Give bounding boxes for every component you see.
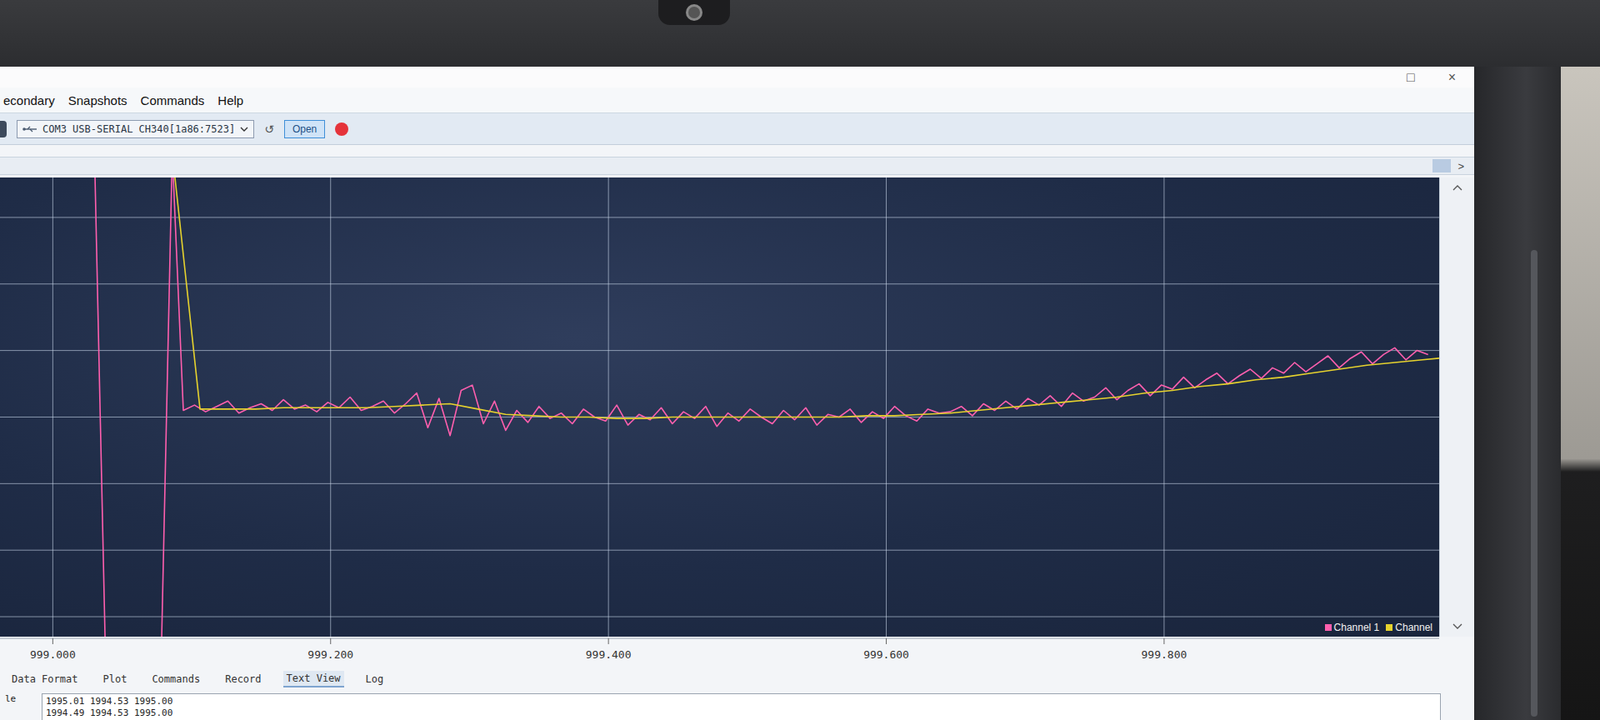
chevron-down-icon: [240, 125, 249, 133]
usb-icon: [22, 125, 38, 134]
strip-handle[interactable]: [1432, 159, 1451, 173]
x-tick-label: 999.600: [863, 648, 910, 661]
plot-area: Channel 1 Channel: [0, 177, 1440, 637]
laptop-screen-photo: □×econdarySnapshotsCommandsHelpCOM3 USB-…: [0, 0, 1600, 720]
open-button[interactable]: Open: [284, 120, 325, 139]
bottom-tab[interactable]: Commands: [148, 671, 204, 687]
x-tick-label: 999.000: [30, 648, 76, 661]
text-view-line: 1995.01 1994.53 1995.00: [45, 695, 1437, 708]
vertical-scrollbar[interactable]: [1439, 177, 1475, 637]
menu-item[interactable]: econdary: [3, 93, 55, 108]
chevron-down-icon[interactable]: [1452, 623, 1463, 630]
strip-arrow[interactable]: >: [1457, 160, 1465, 173]
x-tick-label: 999.400: [585, 648, 632, 661]
chevron-up-icon[interactable]: [1452, 184, 1463, 191]
text-view-box[interactable]: 1995.01 1994.53 1995.001994.49 1994.53 1…: [41, 693, 1441, 720]
record-dot-icon[interactable]: [335, 122, 349, 136]
x-axis-labels: 999.000 999.200 999.400 999.600 999.800: [0, 636, 1440, 669]
legend-item: Channel: [1385, 621, 1433, 634]
text-view-label: le: [5, 693, 30, 720]
grid-line: [0, 216, 1440, 218]
bottom-tab[interactable]: Data Format: [8, 671, 81, 687]
x-axis: 999.000 999.200 999.400 999.600 999.800: [0, 636, 1475, 669]
grid-line: [608, 177, 610, 637]
menu-item[interactable]: Help: [217, 93, 244, 108]
top-bezel: [0, 0, 1600, 67]
settings-icon[interactable]: [0, 120, 7, 138]
title-bar: □×: [0, 66, 1475, 88]
plot-canvas[interactable]: [0, 177, 1440, 637]
grid-line: [0, 550, 1440, 551]
grid-line: [52, 177, 54, 637]
toolbar: COM3 USB-SERIAL CH340[1a86:7523] ↺ Open: [0, 112, 1475, 145]
x-tick-label: 999.200: [307, 648, 354, 661]
refresh-button[interactable]: ↺: [264, 122, 275, 136]
port-select[interactable]: COM3 USB-SERIAL CH340[1a86:7523]: [16, 120, 255, 139]
grid-line: [0, 350, 1440, 351]
text-view-line: 1994.49 1994.53 1995.00: [45, 707, 1437, 720]
grid-line: [0, 283, 1440, 285]
right-bezel: [1474, 66, 1561, 720]
bottom-tab[interactable]: Plot: [99, 671, 130, 687]
text-view: le 1995.01 1994.53 1995.001994.49 1994.53…: [0, 690, 1475, 720]
bottom-tab[interactable]: Log: [362, 671, 388, 687]
grid-line: [0, 616, 1440, 618]
bottom-tabs: Data Format Plot Commands Record Text View Lo…: [0, 668, 1475, 690]
menu-item[interactable]: Snapshots: [68, 93, 128, 108]
desk-background: [1560, 66, 1600, 720]
legend: Channel 1 Channel: [1325, 621, 1433, 634]
x-tick-label: 999.800: [1141, 648, 1188, 661]
window-control[interactable]: ×: [1448, 70, 1456, 85]
grid-line: [885, 177, 887, 637]
grid-line: [0, 483, 1440, 485]
panel-strip: >: [0, 145, 1475, 178]
grid-line: [1163, 177, 1165, 637]
menu-item[interactable]: Commands: [140, 93, 205, 108]
app-window: □×econdarySnapshotsCommandsHelpCOM3 USB-…: [0, 66, 1475, 720]
bottom-tab[interactable]: Text View: [283, 670, 345, 688]
bottom-tab[interactable]: Record: [221, 671, 265, 687]
series-line: [172, 177, 1440, 419]
webcam-icon: [658, 0, 730, 25]
legend-item: Channel 1: [1325, 621, 1380, 634]
menu-bar: econdary Snapshots Commands Help: [0, 87, 1475, 113]
window-control[interactable]: □: [1406, 70, 1415, 85]
